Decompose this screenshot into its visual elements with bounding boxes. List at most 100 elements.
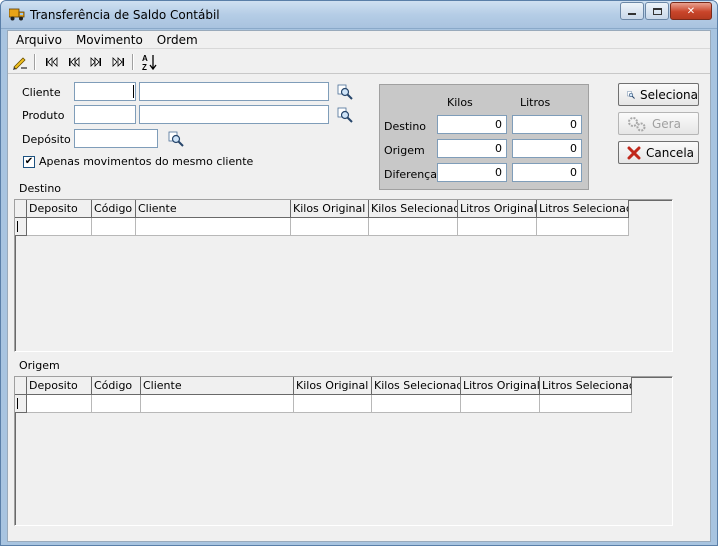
svg-text:A: A — [142, 54, 148, 63]
menu-bar: Arquivo Movimento Ordem — [8, 31, 710, 49]
same-client-label: Apenas movimentos do mesmo cliente — [39, 155, 254, 168]
origem-kilos-field[interactable]: 0 — [437, 139, 507, 158]
totals-panel: Kilos Litros Destino 0 0 Origem 0 0 Dife… — [379, 84, 589, 190]
seleciona-label: Seleciona — [640, 87, 698, 102]
origem-total-label: Origem — [384, 144, 425, 157]
grid-cell[interactable] — [141, 395, 294, 413]
produto-name-input[interactable] — [139, 105, 329, 124]
litros-header: Litros — [520, 96, 551, 109]
grid-corner — [15, 377, 27, 395]
last-record-icon[interactable] — [109, 53, 127, 71]
diferenca-total-label: Diferença — [384, 168, 437, 181]
menu-movimento[interactable]: Movimento — [76, 33, 143, 47]
grid-cell[interactable] — [537, 218, 629, 236]
window-title: Transferência de Saldo Contábil — [30, 8, 220, 22]
table-row[interactable] — [15, 218, 629, 236]
cancel-x-icon — [627, 146, 641, 159]
origem-grid[interactable]: Deposito Código Cliente Kilos Original K… — [14, 376, 673, 526]
cliente-name-input[interactable] — [139, 82, 329, 101]
destino-grid[interactable]: Deposito Código Cliente Kilos Original K… — [14, 199, 673, 352]
cliente-code-input[interactable] — [74, 82, 136, 101]
checkmark-icon: ✔ — [24, 156, 34, 167]
search-deposito-icon[interactable] — [168, 131, 184, 147]
col-deposito[interactable]: Deposito — [27, 200, 92, 218]
toolbar: AZ — [8, 50, 710, 74]
grid-cell[interactable] — [372, 395, 461, 413]
destino-grid-label: Destino — [19, 182, 62, 195]
gera-label: Gera — [652, 116, 681, 131]
application-window: Transferência de Saldo Contábil ✕ Arquiv… — [0, 0, 718, 546]
table-row[interactable] — [15, 395, 632, 413]
menu-arquivo[interactable]: Arquivo — [16, 33, 62, 47]
deposito-label: Depósito — [22, 133, 71, 146]
grid-cell[interactable] — [27, 395, 92, 413]
col-cliente[interactable]: Cliente — [141, 377, 294, 395]
gears-icon — [628, 116, 646, 131]
edit-pencil-icon[interactable] — [11, 53, 29, 71]
grid-cell[interactable] — [291, 218, 369, 236]
first-record-icon[interactable] — [43, 53, 61, 71]
close-button[interactable]: ✕ — [670, 2, 712, 20]
grid-cell[interactable] — [136, 218, 291, 236]
grid-cell[interactable] — [92, 218, 136, 236]
origem-grid-header: Deposito Código Cliente Kilos Original K… — [15, 377, 632, 395]
col-kilos-selecionado[interactable]: Kilos Selecionado — [372, 377, 461, 395]
produto-code-input[interactable] — [74, 105, 136, 124]
menu-ordem[interactable]: Ordem — [157, 33, 198, 47]
maximize-icon — [652, 7, 662, 15]
same-client-checkbox[interactable]: ✔ — [23, 156, 35, 168]
close-icon: ✕ — [686, 5, 696, 17]
grid-cell[interactable] — [27, 218, 92, 236]
cancela-button[interactable]: Cancela — [618, 141, 699, 164]
col-kilos-original[interactable]: Kilos Original — [291, 200, 369, 218]
seleciona-button[interactable]: Seleciona — [618, 83, 699, 106]
sort-az-icon[interactable]: AZ — [141, 53, 159, 71]
cancela-label: Cancela — [646, 145, 695, 160]
deposito-input[interactable] — [74, 129, 158, 148]
grid-cell[interactable] — [92, 395, 141, 413]
grid-cell[interactable] — [458, 218, 537, 236]
minimize-icon — [628, 13, 636, 15]
toolbar-separator — [34, 54, 36, 70]
col-litros-original[interactable]: Litros Original — [458, 200, 537, 218]
cliente-label: Cliente — [22, 86, 61, 99]
title-bar[interactable]: Transferência de Saldo Contábil ✕ — [1, 1, 717, 29]
diferenca-litros-field[interactable]: 0 — [512, 163, 582, 182]
col-deposito[interactable]: Deposito — [27, 377, 92, 395]
svg-text:Z: Z — [142, 63, 147, 71]
col-kilos-original[interactable]: Kilos Original — [294, 377, 372, 395]
col-litros-selecionado[interactable]: Litros Selecionado — [540, 377, 632, 395]
window-client-area: Arquivo Movimento Ordem AZ Cliente Produ… — [7, 30, 711, 542]
grid-cell[interactable] — [461, 395, 540, 413]
destino-grid-header: Deposito Código Cliente Kilos Original K… — [15, 200, 629, 218]
kilos-header: Kilos — [447, 96, 473, 109]
search-produto-icon[interactable] — [337, 107, 353, 123]
maximize-button[interactable] — [645, 2, 669, 20]
grid-cell[interactable] — [294, 395, 372, 413]
destino-kilos-field[interactable]: 0 — [437, 115, 507, 134]
col-cliente[interactable]: Cliente — [136, 200, 291, 218]
grid-corner — [15, 200, 27, 218]
origem-grid-label: Origem — [19, 359, 60, 372]
search-icon — [627, 90, 635, 99]
truck-icon — [9, 8, 25, 21]
col-litros-original[interactable]: Litros Original — [461, 377, 540, 395]
grid-cell[interactable] — [540, 395, 632, 413]
next-record-icon[interactable] — [87, 53, 105, 71]
toolbar-separator — [132, 54, 134, 70]
minimize-button[interactable] — [620, 2, 644, 20]
search-cliente-icon[interactable] — [337, 84, 353, 100]
origem-litros-field[interactable]: 0 — [512, 139, 582, 158]
col-codigo[interactable]: Código — [92, 377, 141, 395]
grid-cell[interactable] — [369, 218, 458, 236]
destino-litros-field[interactable]: 0 — [512, 115, 582, 134]
row-indicator — [15, 218, 27, 236]
destino-total-label: Destino — [384, 120, 427, 133]
col-kilos-selecionado[interactable]: Kilos Selecionado — [369, 200, 458, 218]
diferenca-kilos-field[interactable]: 0 — [437, 163, 507, 182]
gera-button[interactable]: Gera — [618, 112, 699, 135]
col-litros-selecionado[interactable]: Litros Selecionado — [537, 200, 629, 218]
previous-record-icon[interactable] — [65, 53, 83, 71]
col-codigo[interactable]: Código — [92, 200, 136, 218]
produto-label: Produto — [22, 109, 65, 122]
